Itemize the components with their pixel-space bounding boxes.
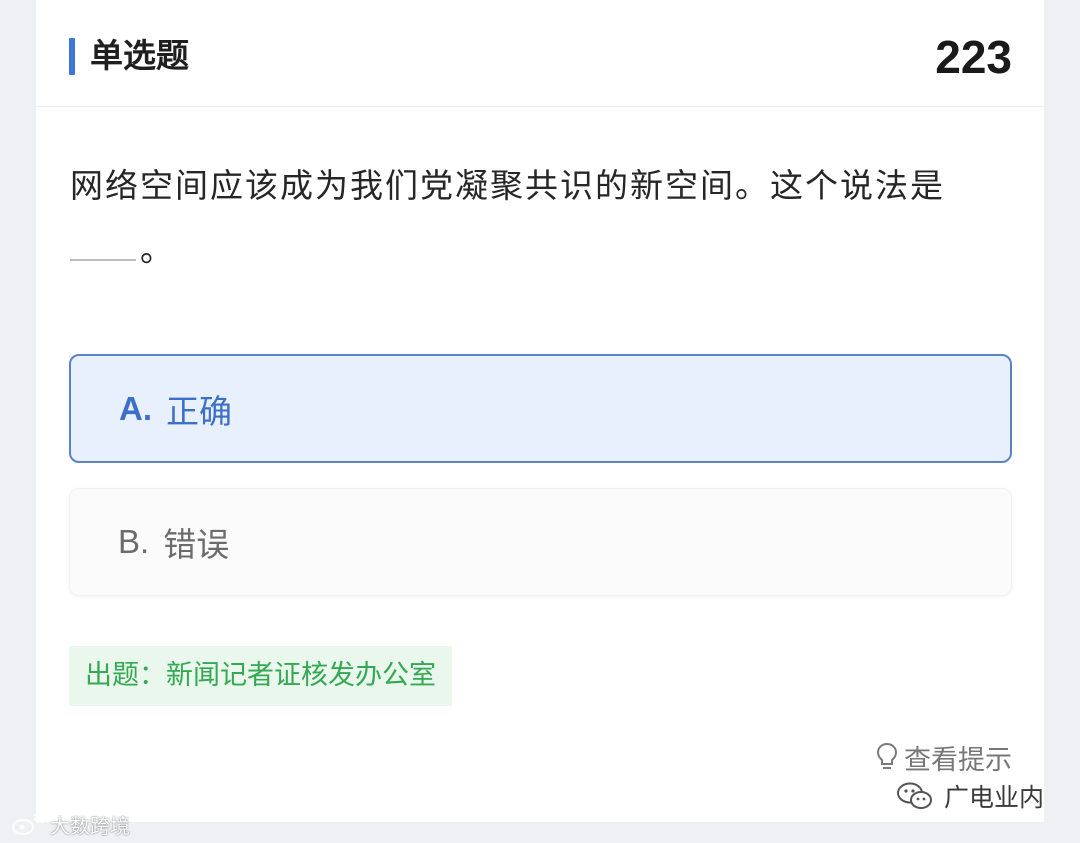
option-b-button[interactable]: B. 错误 (69, 488, 1012, 596)
watermark-right: 广电业内 (896, 778, 1044, 814)
option-a-content: A. 正确 (119, 356, 232, 461)
watermark-left: 大数跨境 (10, 808, 130, 840)
source-tag: 出题：新闻记者证核发办公室 (69, 646, 452, 706)
option-b-letter: B. (118, 523, 150, 560)
option-a-label: 正确 (166, 391, 232, 431)
weibo-logo-icon (12, 814, 43, 835)
option-a-button[interactable]: A. 正确 (69, 354, 1012, 463)
question-blank-suffix: 。 (140, 230, 175, 269)
question-body: 网络空间应该成为我们党凝聚共识的新空间。这个说法是 (70, 166, 945, 205)
wechat-logo-icon (896, 782, 932, 809)
watermark-left-text: 大数跨境 (50, 813, 130, 838)
view-hint-button[interactable]: 查看提示 (876, 737, 1012, 777)
question-card: 单选题 223 网络空间应该成为我们党凝聚共识的新空间。这个说法是 。 A. 正… (36, 0, 1044, 822)
watermark-right-text: 广电业内 (943, 783, 1044, 812)
question-header: 单选题 223 (36, 0, 1044, 107)
lightbulb-icon (876, 742, 898, 769)
answer-blank (70, 233, 136, 261)
question-text: 网络空间应该成为我们党凝聚共识的新空间。这个说法是 。 (70, 154, 1020, 282)
accent-bar (69, 38, 75, 75)
option-a-letter: A. (119, 389, 152, 427)
question-type-label: 单选题 (90, 36, 189, 75)
question-number: 223 (935, 31, 1012, 83)
view-hint-label: 查看提示 (904, 744, 1012, 776)
option-b-label: 错误 (163, 525, 230, 564)
option-b-content: B. 错误 (118, 489, 229, 595)
